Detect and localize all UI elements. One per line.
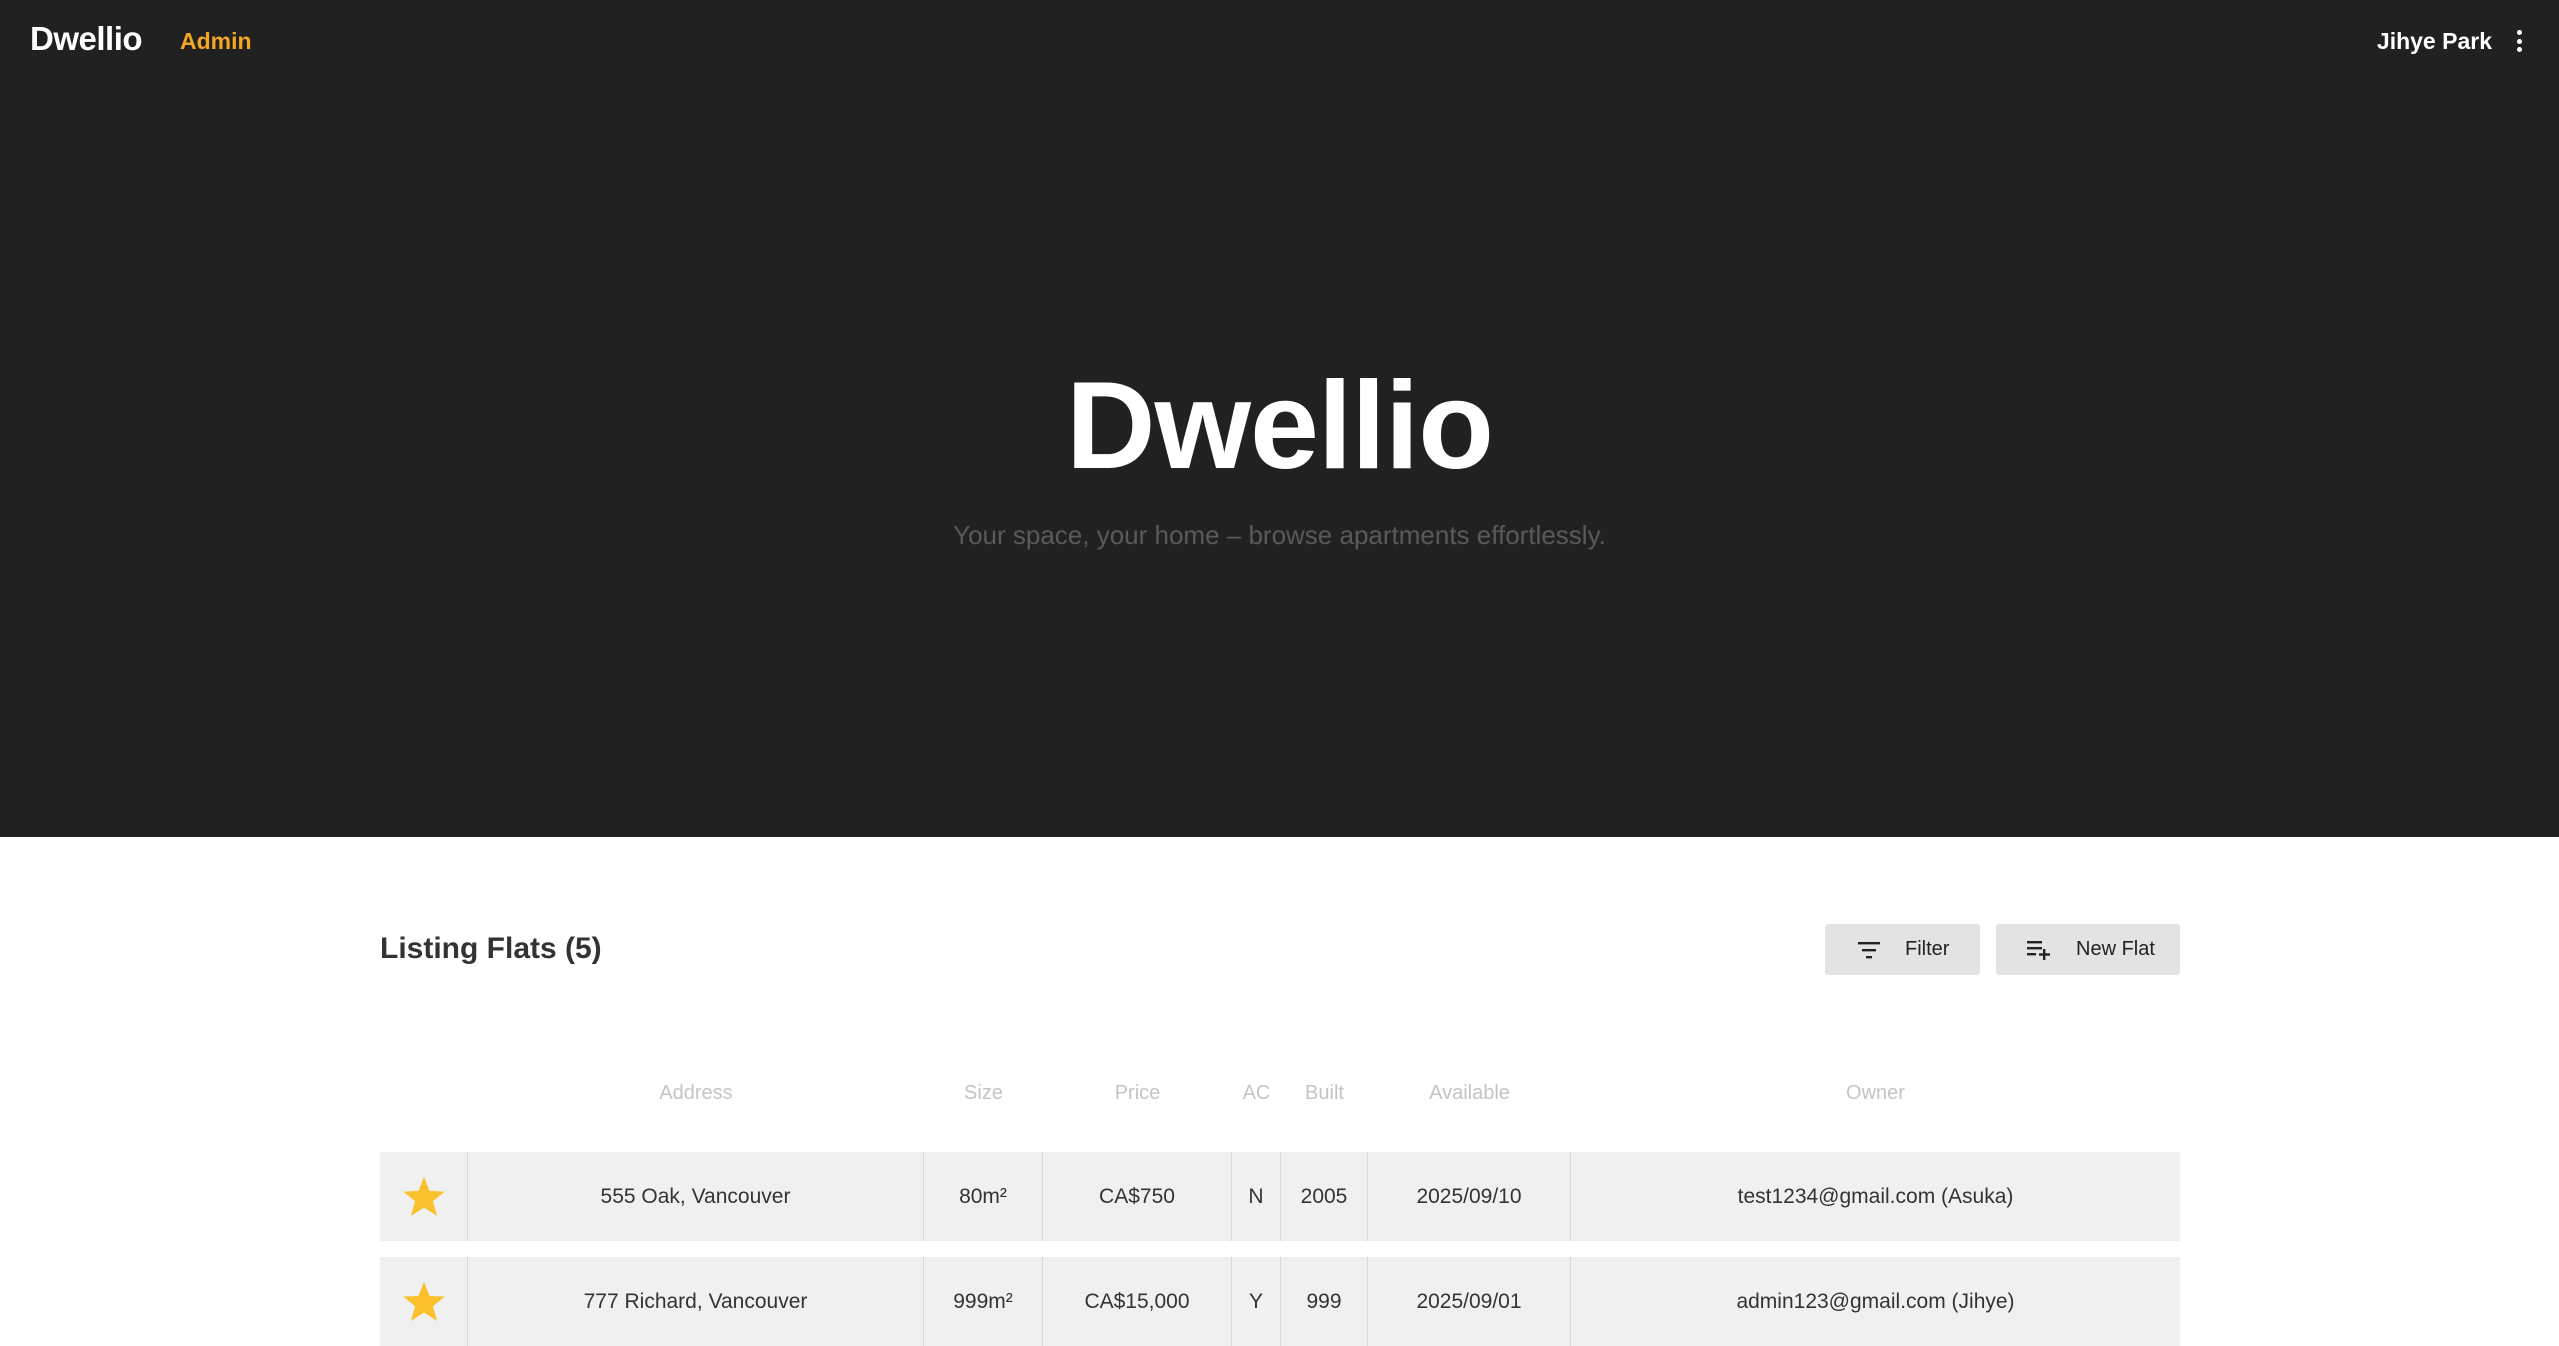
star-icon[interactable] [401, 1280, 447, 1324]
nav-logo[interactable]: Dwellio [30, 20, 143, 58]
size-cell: 80m² [924, 1152, 1043, 1241]
price-cell: CA$750 [1043, 1152, 1232, 1241]
available-cell: 2025/09/01 [1368, 1257, 1571, 1346]
price-cell: CA$15,000 [1043, 1257, 1232, 1346]
hero-subtitle: Your space, your home – browse apartment… [953, 520, 1606, 550]
favorite-cell [380, 1152, 468, 1241]
nav-admin-link[interactable]: Admin [180, 28, 252, 55]
column-header-ac[interactable]: AC [1232, 1082, 1281, 1105]
star-icon[interactable] [401, 1175, 447, 1219]
nav-user-name[interactable]: Jihye Park [2377, 28, 2492, 55]
table-row[interactable]: 777 Richard, Vancouver 999m² CA$15,000 Y… [380, 1257, 2180, 1346]
column-header-address[interactable]: Address [468, 1082, 924, 1105]
address-cell: 555 Oak, Vancouver [468, 1152, 924, 1241]
owner-cell: admin123@gmail.com (Jihye) [1736, 1289, 2015, 1313]
size-cell: 999m² [924, 1257, 1043, 1346]
column-header-built[interactable]: Built [1281, 1082, 1368, 1105]
hero-title: Dwellio [1065, 357, 1494, 495]
column-header-price[interactable]: Price [1043, 1082, 1232, 1105]
table-row[interactable]: 555 Oak, Vancouver 80m² CA$750 N 2005 20… [380, 1152, 2180, 1241]
filter-button-label: Filter [1905, 938, 1950, 960]
hero-section: Dwellio Admin Jihye Park Dwellio Your sp… [0, 0, 2559, 837]
column-header-owner[interactable]: Owner [1571, 1082, 2180, 1105]
built-cell: 2005 [1281, 1152, 1368, 1241]
available-cell: 2025/09/10 [1368, 1152, 1571, 1241]
new-flat-button[interactable]: New Flat [1996, 924, 2180, 975]
listing-title: Listing Flats (5) [380, 932, 602, 965]
address-cell: 777 Richard, Vancouver [468, 1257, 924, 1346]
column-header-size[interactable]: Size [924, 1082, 1043, 1105]
owner-cell: test1234@gmail.com (Asuka) [1737, 1184, 2014, 1208]
ac-cell: Y [1232, 1257, 1281, 1346]
more-vert-icon[interactable] [2509, 30, 2529, 54]
filter-button[interactable]: Filter [1825, 924, 1980, 975]
filter-icon [1858, 941, 1880, 958]
column-header-available[interactable]: Available [1368, 1082, 1571, 1105]
favorite-cell [380, 1257, 468, 1346]
new-flat-button-label: New Flat [2076, 938, 2155, 960]
built-cell: 999 [1281, 1257, 1368, 1346]
playlist-add-icon [2027, 940, 2050, 960]
ac-cell: N [1232, 1152, 1281, 1241]
